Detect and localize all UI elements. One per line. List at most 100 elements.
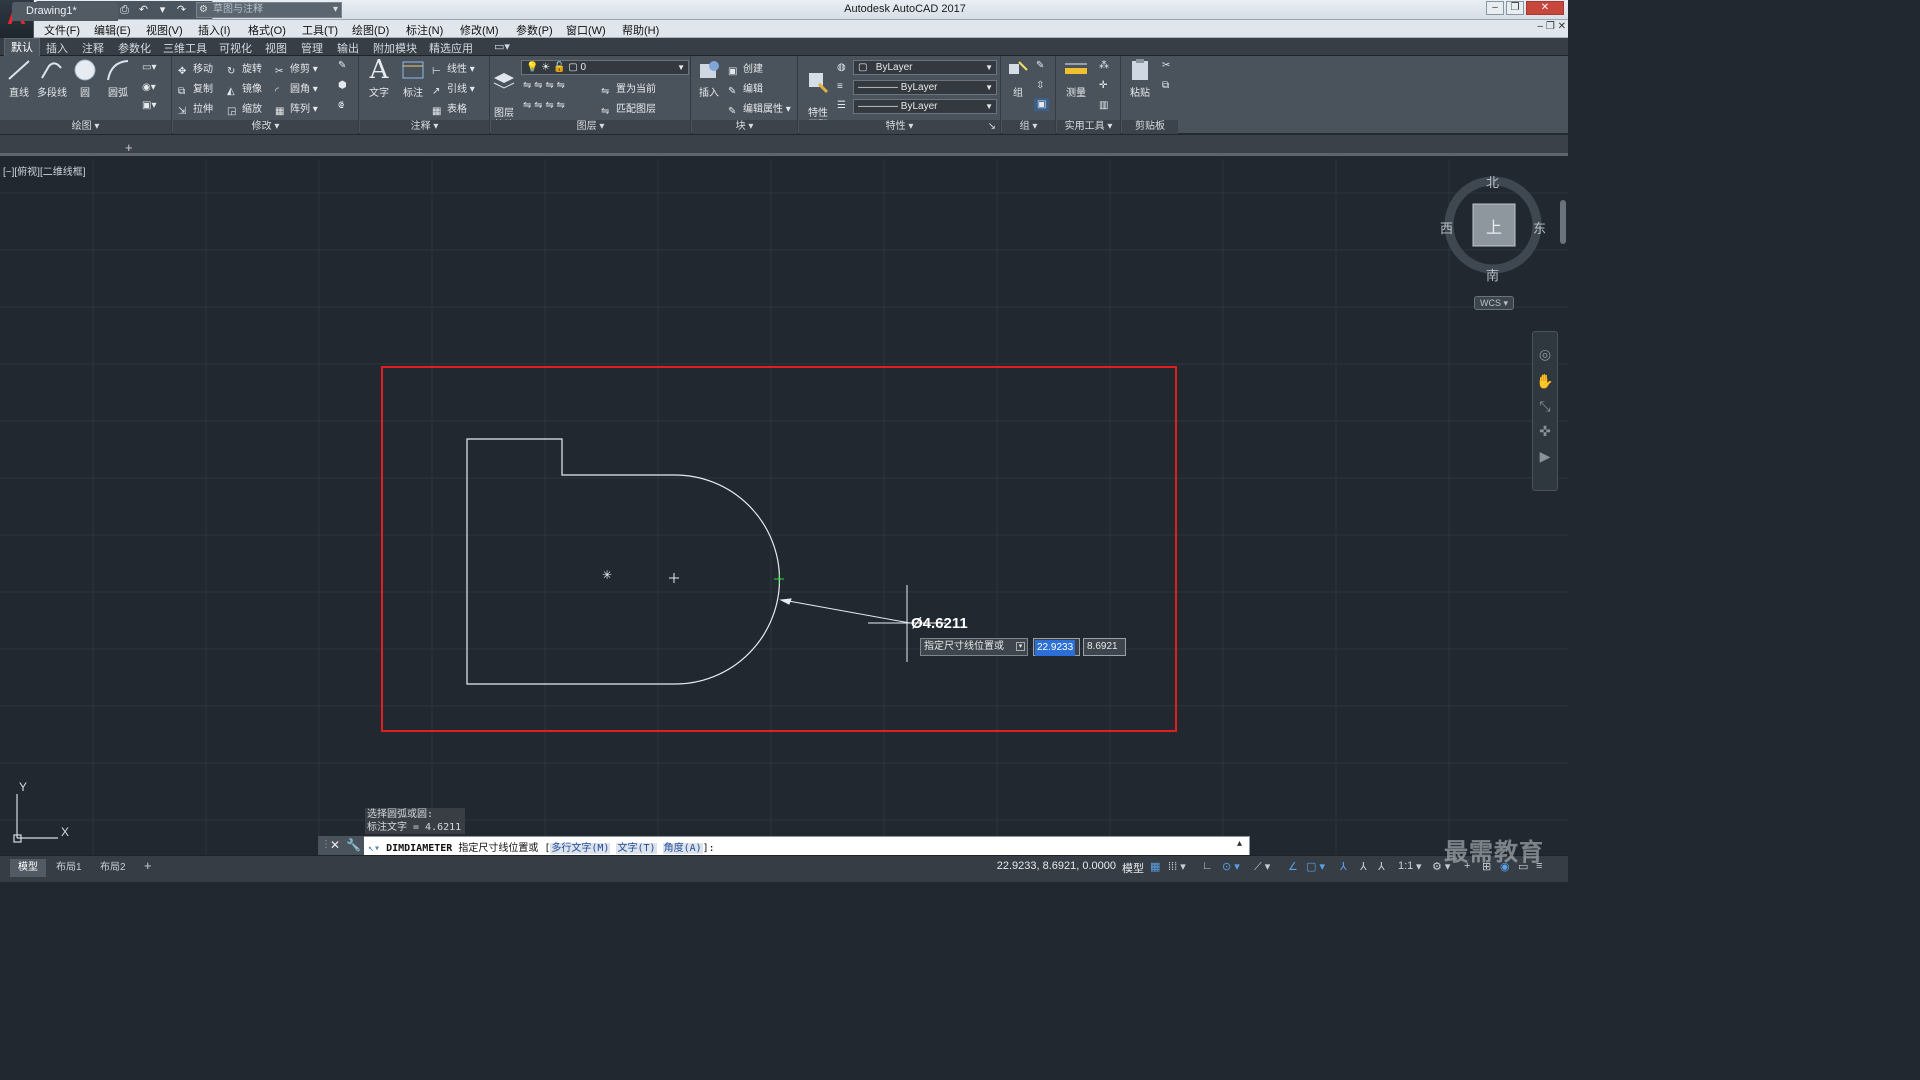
pan-icon[interactable]: ✋ bbox=[1533, 373, 1557, 390]
coordinate-readout[interactable]: 22.9233, 8.6921, 0.0000 bbox=[996, 860, 1116, 872]
trim-button[interactable]: ✂ 修剪 ▾ bbox=[275, 60, 318, 78]
polyline-button[interactable]: 多段线 bbox=[34, 58, 70, 99]
orbit-icon[interactable]: ✜ bbox=[1533, 423, 1557, 440]
plot-icon[interactable]: ⎙ bbox=[116, 2, 133, 18]
boundary-icon[interactable]: ▣▾ bbox=[142, 100, 156, 111]
leader-button[interactable]: ↗ 引线 ▾ bbox=[432, 80, 475, 98]
ortho-icon[interactable]: ∟ bbox=[1202, 860, 1213, 872]
command-history-expand-icon[interactable]: ▴ bbox=[1237, 838, 1242, 849]
panel-title-layers[interactable]: 图层 ▾ bbox=[491, 120, 690, 134]
explode-icon[interactable]: ⬢ bbox=[338, 80, 347, 91]
viewport-controls-label[interactable]: [−][俯视][二维线框] bbox=[3, 163, 86, 178]
rectangle-icon[interactable]: ▭▾ bbox=[142, 62, 156, 73]
option-angle[interactable]: 角度(A) bbox=[662, 843, 703, 854]
viewcube-west[interactable]: 西 bbox=[1440, 218, 1453, 237]
calculator-icon[interactable]: ▥ bbox=[1099, 100, 1108, 111]
measure-button[interactable]: 测量 bbox=[1059, 58, 1093, 99]
tab-view[interactable]: 视图 bbox=[265, 40, 287, 56]
cut-icon[interactable]: ✂ bbox=[1162, 60, 1170, 71]
point-icon[interactable]: ✛ bbox=[1099, 80, 1107, 91]
auto-scale-icon[interactable]: ⅄ bbox=[1360, 860, 1367, 873]
tab-output[interactable]: 输出 bbox=[337, 40, 359, 56]
copy-button[interactable]: ⧉ 复制 bbox=[178, 80, 213, 98]
zoom-extents-icon[interactable]: ⤡ bbox=[1533, 398, 1557, 415]
annotation-scale-value[interactable]: 1:1 bbox=[1398, 860, 1413, 872]
option-text[interactable]: 文字(T) bbox=[616, 843, 657, 854]
tab-annotate[interactable]: 注释 bbox=[82, 40, 104, 56]
color-dropdown[interactable]: ▢ ByLayer ▼ bbox=[853, 60, 997, 75]
stretch-button[interactable]: ⇲ 拉伸 bbox=[178, 100, 213, 118]
match-layer-button[interactable]: ⇋ 匹配图层 bbox=[601, 100, 656, 118]
scale-button[interactable]: ◲ 缩放 bbox=[227, 100, 262, 118]
linetype-dropdown[interactable]: ———— ByLayer ▼ bbox=[853, 80, 997, 95]
menu-insert[interactable]: 插入(I) bbox=[198, 22, 230, 38]
dynamic-input-x-field[interactable]: 22.9233 bbox=[1033, 638, 1080, 656]
menu-help[interactable]: 帮助(H) bbox=[622, 22, 659, 38]
tab-featured-apps[interactable]: 精选应用 bbox=[429, 40, 473, 56]
dimension-button[interactable]: 标注 bbox=[398, 58, 428, 99]
ribbon-options-icon[interactable]: ▭▾ bbox=[494, 40, 510, 53]
customize-wrench-icon[interactable]: 🔧 bbox=[346, 838, 361, 852]
linear-dim-button[interactable]: ⊢ 线性 ▾ bbox=[432, 60, 475, 78]
menu-tools[interactable]: 工具(T) bbox=[302, 22, 338, 38]
tab-parametric[interactable]: 参数化 bbox=[118, 40, 151, 56]
model-space-toggle[interactable]: 模型 bbox=[1122, 860, 1144, 876]
tab-addins[interactable]: 附加模块 bbox=[373, 40, 417, 56]
layout-tab-layout1[interactable]: 布局1 bbox=[48, 859, 90, 877]
add-layout-plus-icon[interactable]: + bbox=[136, 857, 160, 875]
viewcube-north[interactable]: 北 bbox=[1486, 172, 1499, 191]
menu-window[interactable]: 窗口(W) bbox=[566, 22, 606, 38]
erase-icon[interactable]: ✎ bbox=[338, 60, 346, 71]
lineweight-dropdown[interactable]: ———— ByLayer ▼ bbox=[853, 99, 997, 114]
panel-title-properties[interactable]: 特性 ▾ ↘ bbox=[799, 120, 1000, 134]
layout-tab-model[interactable]: 模型 bbox=[10, 859, 46, 877]
panel-title-clipboard[interactable]: 剪贴板 bbox=[1122, 120, 1178, 134]
restore-button[interactable]: ❐ bbox=[1506, 1, 1524, 15]
object-snap-icon[interactable]: ▢ ▾ bbox=[1306, 860, 1325, 873]
wcs-menu-button[interactable]: WCS ▾ bbox=[1474, 296, 1514, 310]
drawing-window-controls[interactable]: – ❐ ✕ bbox=[1538, 21, 1566, 32]
rotate-button[interactable]: ↻ 旋转 bbox=[227, 60, 262, 78]
panel-title-block[interactable]: 块 ▾ bbox=[692, 120, 797, 134]
tab-manage[interactable]: 管理 bbox=[301, 40, 323, 56]
minimize-button[interactable]: – bbox=[1486, 1, 1504, 15]
tab-insert[interactable]: 插入 bbox=[46, 40, 68, 56]
circle-button[interactable]: 圆 bbox=[70, 58, 100, 99]
viewcube-south[interactable]: 南 bbox=[1486, 265, 1499, 284]
edit-attributes-button[interactable]: ✎ 编辑属性 ▾ bbox=[728, 100, 791, 118]
array-button[interactable]: ▦ 阵列 ▾ bbox=[275, 100, 318, 118]
close-window-button[interactable]: ✕ bbox=[1526, 1, 1564, 15]
menu-dimension[interactable]: 标注(N) bbox=[406, 22, 443, 38]
panel-title-utilities[interactable]: 实用工具 ▾ bbox=[1057, 120, 1120, 134]
menu-file[interactable]: 文件(F) bbox=[44, 22, 80, 38]
fillet-button[interactable]: ◜ 圆角 ▾ bbox=[275, 80, 318, 98]
viewcube-top-face[interactable]: 上 bbox=[1486, 214, 1502, 238]
layout-tab-layout2[interactable]: 布局2 bbox=[92, 859, 134, 877]
ungroup-icon[interactable]: ⇳ bbox=[1036, 80, 1044, 91]
polar-tracking-icon[interactable]: ⊙ ▾ bbox=[1222, 860, 1240, 873]
snap-mode-icon[interactable]: ⁞⁞⁞ ▾ bbox=[1168, 860, 1186, 873]
insert-block-button[interactable]: 插入 bbox=[694, 58, 724, 99]
new-tab-plus-icon[interactable]: + bbox=[125, 140, 133, 155]
viewcube-east[interactable]: 东 bbox=[1533, 218, 1546, 237]
grid-toggle-icon[interactable]: ▦ bbox=[1150, 860, 1160, 873]
menu-edit[interactable]: 编辑(E) bbox=[94, 22, 131, 38]
group-tool-icon[interactable]: ✎ bbox=[1036, 60, 1044, 71]
line-button[interactable]: 直线 bbox=[4, 58, 34, 99]
paste-button[interactable]: 粘贴 bbox=[1124, 58, 1156, 99]
copy-clip-icon[interactable]: ⧉ bbox=[1162, 80, 1169, 91]
move-button[interactable]: ✥ 移动 bbox=[178, 60, 213, 78]
menu-modify[interactable]: 修改(M) bbox=[460, 22, 499, 38]
tab-3d-tools[interactable]: 三维工具 bbox=[163, 40, 207, 56]
isometric-icon[interactable]: ⟋ ▾ bbox=[1254, 860, 1270, 874]
arc-button[interactable]: 圆弧 bbox=[102, 58, 134, 99]
menu-view[interactable]: 视图(V) bbox=[146, 22, 183, 38]
tab-visualize[interactable]: 可视化 bbox=[219, 40, 252, 56]
group-button[interactable]: 组 bbox=[1004, 58, 1032, 99]
drawing-canvas[interactable]: ✳ bbox=[0, 159, 1568, 855]
scale-dropdown-icon[interactable]: ▾ bbox=[1416, 860, 1422, 873]
option-mtext[interactable]: 多行文字(M) bbox=[550, 843, 611, 854]
table-button[interactable]: ▦ 表格 bbox=[432, 100, 467, 118]
panel-title-draw[interactable]: 绘图 ▾ bbox=[0, 120, 171, 134]
edit-block-button[interactable]: ✎ 编辑 bbox=[728, 80, 763, 98]
